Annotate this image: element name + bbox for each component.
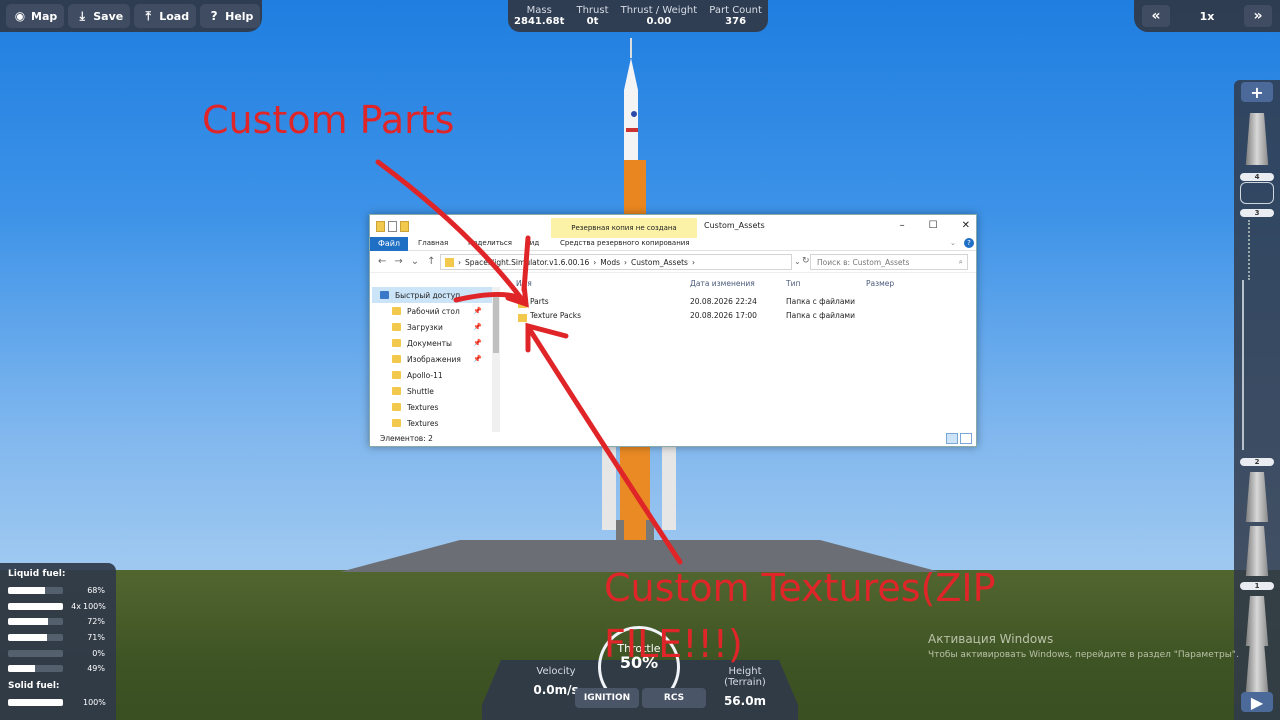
- arrow-stroke: [521, 235, 531, 293]
- arrow-to-parts: [375, 159, 527, 305]
- annotation-custom-parts: Custom Parts: [202, 98, 455, 142]
- annotation-custom-textures-line1: Custom Textures(ZIP: [604, 566, 996, 610]
- arrow-to-texture-packs: [527, 327, 683, 565]
- activation-subtitle: Чтобы активировать Windows, перейдите в …: [928, 650, 1239, 660]
- activation-title: Активация Windows: [928, 632, 1054, 646]
- annotation-arrows: [375, 159, 683, 565]
- windows-activation-watermark: Активация Windows Чтобы активировать Win…: [928, 632, 1239, 660]
- annotation-custom-textures-line2: FILE!!!): [604, 622, 743, 666]
